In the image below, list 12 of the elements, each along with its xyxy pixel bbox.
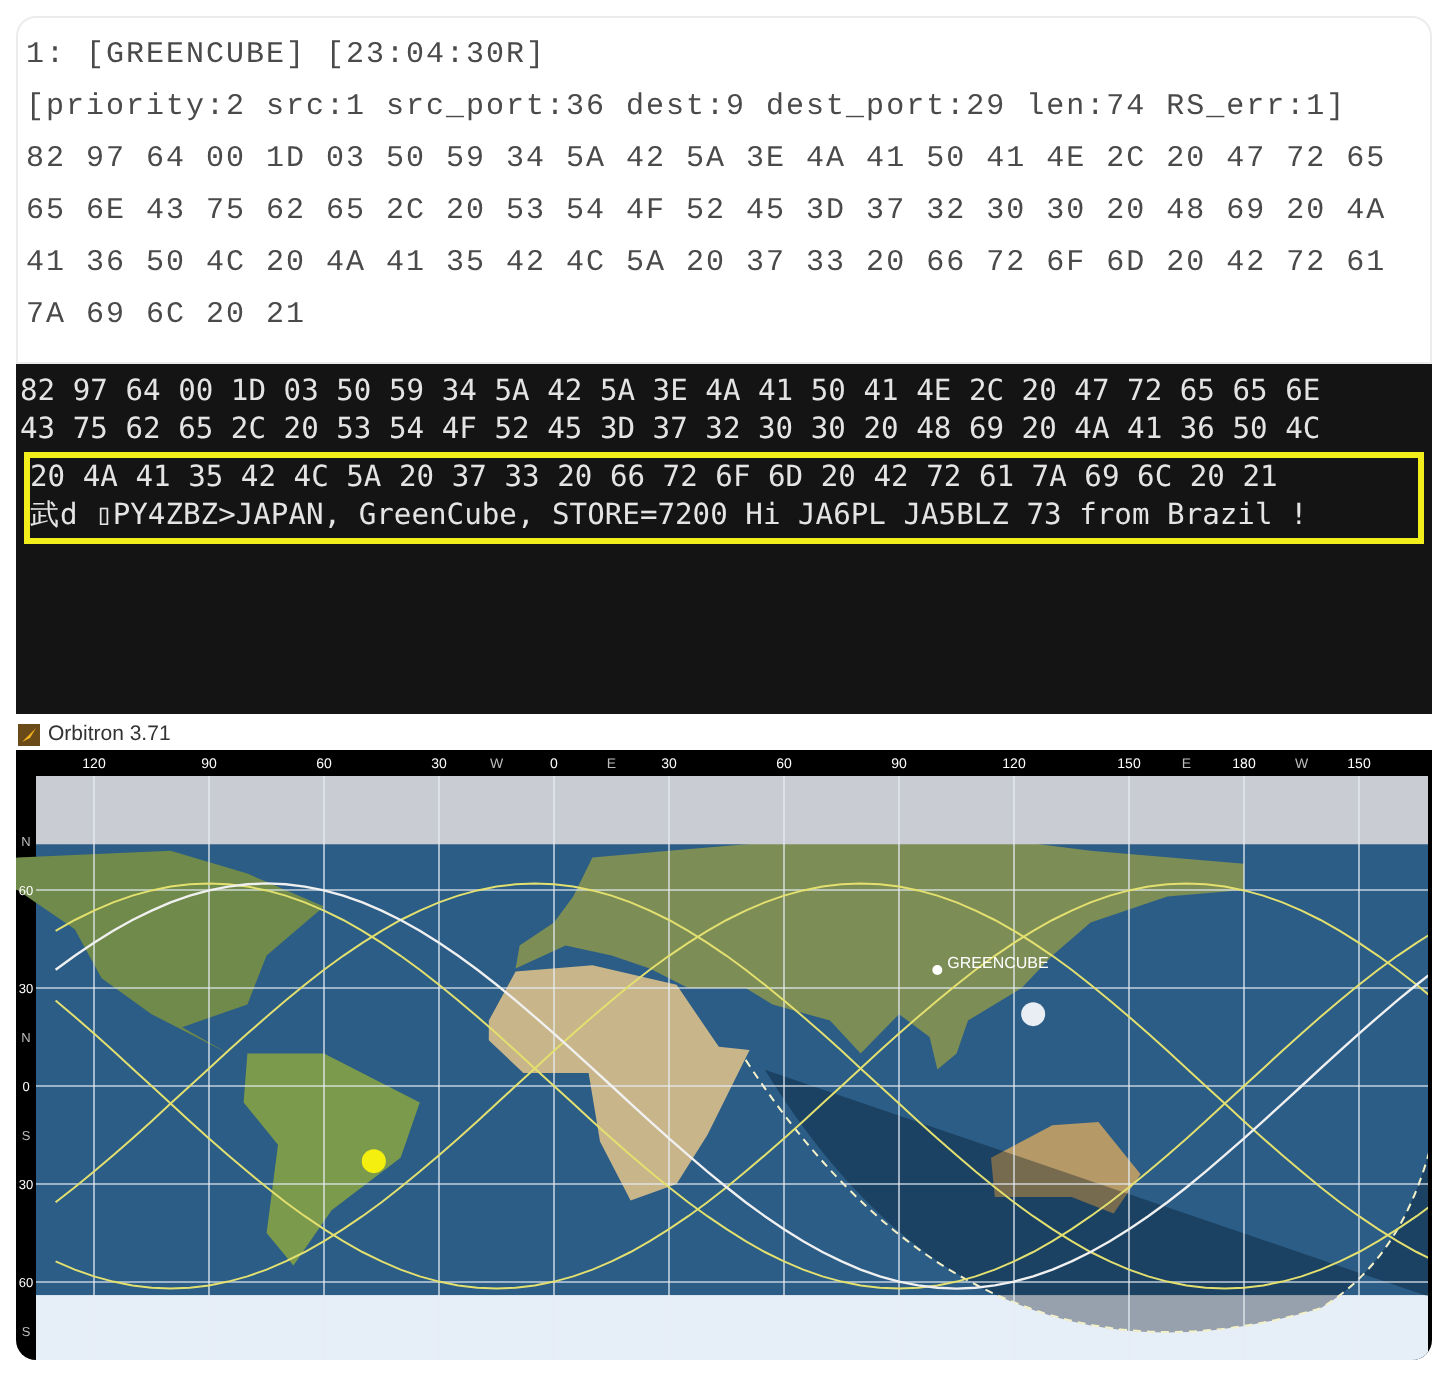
- terminal-line: 20 4A 41 35 42 4C 5A 20 37 33 20 66 72 6F 6D 20 42 72 61 7A 69 6C 20 21: [30, 458, 1280, 496]
- window-title: Orbitron 3.71: [48, 722, 171, 746]
- log-line: 65 6E 43 75 62 65 2C 20 53 54 4F 52 45 3D 37 32 30 30 20 48 69 20 4A: [26, 192, 1389, 232]
- log-line: 1: [GREENCUBE] [23:04:30R]: [26, 36, 549, 76]
- terminal-line: 武d ▯PY4ZBZ>JAPAN, GreenCube, STORE=7200 Hi JA6PL JA5BLZ 73 from Brazil !: [30, 496, 1310, 534]
- app-icon: [18, 723, 40, 745]
- terminal-line: 43 75 62 65 2C 20 53 54 4F 52 45 3D 37 32 30 30 20 48 69 20 4A 41 36 50 4C: [20, 410, 1323, 448]
- log-line: [priority:2 src:1 src_port:36 dest:9 dest_port:29 len:74 RS_err:1]: [26, 88, 1349, 128]
- log-line: 82 97 64 00 1D 03 50 59 34 5A 42 5A 3E 4A 41 50 41 4E 2C 20 47 72 65: [26, 140, 1389, 180]
- log-line: 41 36 50 4C 20 4A 41 35 42 4C 5A 20 37 33 20 66 72 6F 6D 20 42 72 61: [26, 244, 1389, 284]
- terminal-line: 82 97 64 00 1D 03 50 59 34 5A 42 5A 3E 4A 41 50 41 4E 2C 20 47 72 65 65 6E: [20, 372, 1323, 410]
- log-line: 7A 69 6C 20 21: [26, 296, 309, 336]
